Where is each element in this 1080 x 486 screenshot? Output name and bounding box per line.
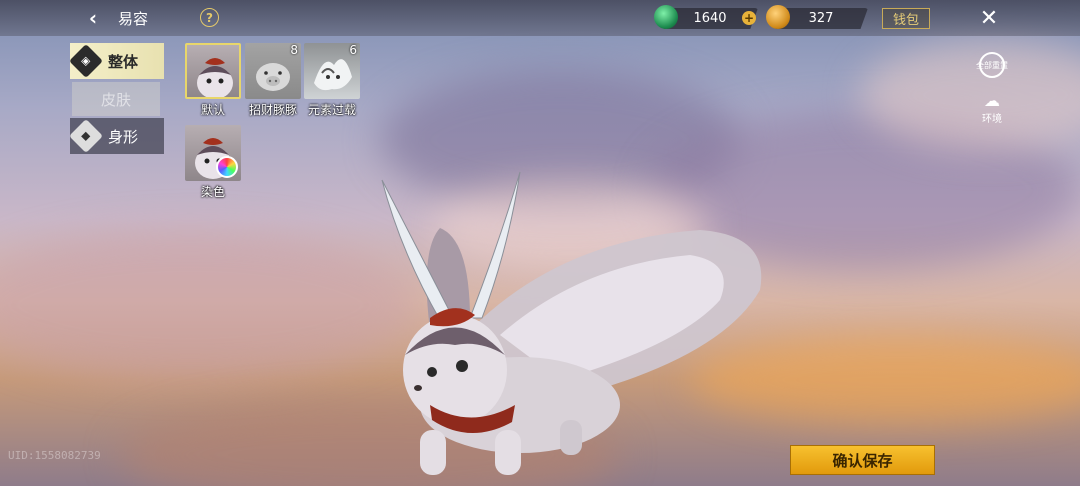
- shape-icon: ◆: [69, 119, 103, 153]
- wallet-button[interactable]: 钱包: [882, 8, 930, 29]
- jade-icon: [654, 5, 678, 29]
- appearance-item-pig[interactable]: 8 招财豚豚: [245, 43, 301, 117]
- add-currency-button[interactable]: +: [742, 11, 756, 25]
- color-wheel-icon: [216, 156, 238, 178]
- creature-thumbnail-icon: [197, 58, 233, 97]
- tab-shape[interactable]: ◆ 身形: [69, 118, 164, 154]
- tab-label: 整体: [108, 52, 139, 71]
- appearance-item-default[interactable]: 默认: [185, 43, 241, 117]
- overall-icon: ◈: [69, 44, 103, 78]
- chevron-left-icon: ‹: [88, 6, 98, 30]
- environment-label: 环境: [982, 114, 1002, 125]
- appearance-item-element[interactable]: 6 元素过载: [304, 43, 360, 117]
- page-title: 易容: [118, 10, 149, 28]
- confirm-save-button[interactable]: 确认保存: [790, 445, 935, 475]
- jade-amount: 1640: [693, 11, 727, 26]
- close-button[interactable]: ✕: [976, 5, 1002, 31]
- item-label: 染色: [200, 185, 225, 199]
- appearance-item-dye[interactable]: 染色: [185, 125, 241, 199]
- tab-label: 身形: [108, 127, 139, 146]
- item-thumbnail: [185, 43, 241, 99]
- item-label: 元素过载: [307, 103, 356, 117]
- reset-all-button[interactable]: 全部重置: [970, 52, 1014, 78]
- reset-label: 全部重置: [976, 61, 1008, 70]
- uid-watermark: UID:1558082739: [8, 449, 101, 462]
- back-button[interactable]: ‹: [80, 6, 106, 30]
- gold-amount: 327: [808, 11, 834, 26]
- environment-button[interactable]: ☁ 环境: [970, 91, 1014, 126]
- tab-overall[interactable]: ◈ 整体: [69, 43, 164, 79]
- close-icon: ✕: [979, 5, 999, 31]
- environment-icon: ☁: [984, 91, 1000, 110]
- item-lock-count: 8: [290, 43, 298, 57]
- item-lock-count: 6: [349, 43, 357, 57]
- tab-skin[interactable]: 皮肤: [72, 82, 160, 116]
- coin-icon: [766, 5, 790, 29]
- tab-label: 皮肤: [100, 90, 131, 109]
- item-thumbnail: [185, 125, 241, 181]
- help-button[interactable]: ?: [200, 8, 219, 27]
